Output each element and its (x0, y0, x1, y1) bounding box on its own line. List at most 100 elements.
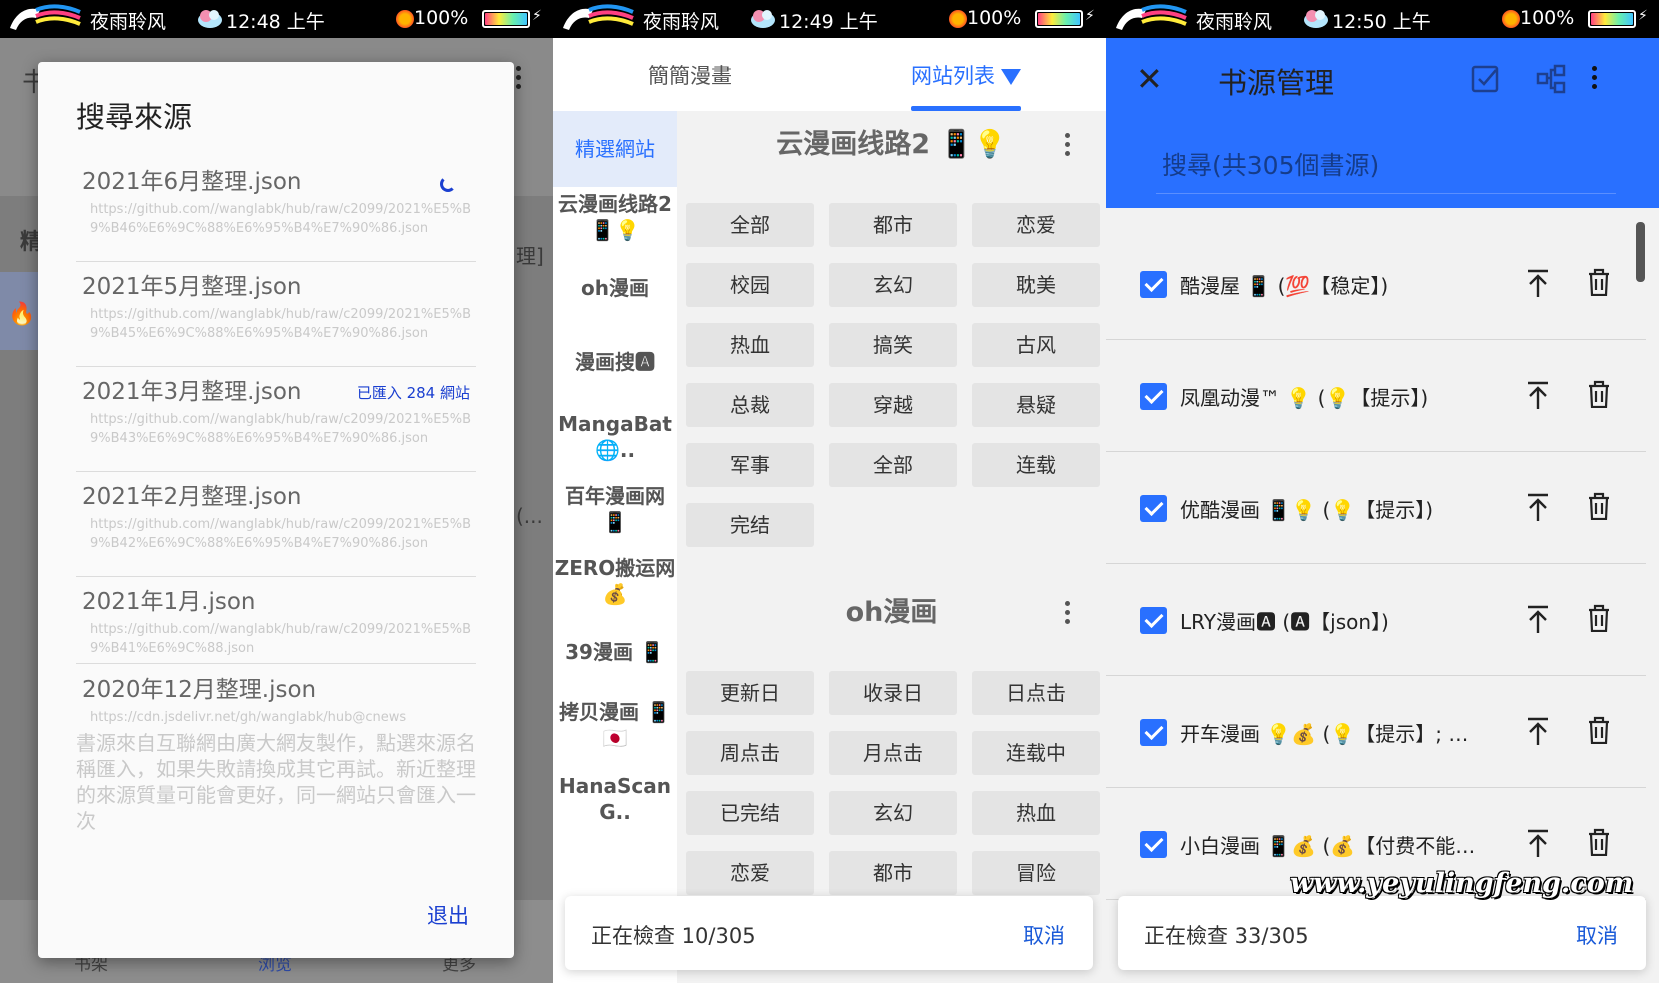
source-item[interactable]: 2020年12月整理.json https://cdn.jsdelivr.net… (76, 670, 476, 726)
dialog-title: 搜尋來源 (76, 100, 193, 134)
source-dialog: 搜尋來源 2021年6月整理.json https://github.com//… (38, 62, 514, 958)
brightness-icon (396, 10, 414, 28)
panel-source-manager: 夜雨聆风 12:50 上午 100% ⚡ ✕ 书源管理 搜尋(共305個書源) … (1106, 0, 1659, 983)
category-button[interactable]: 日点击 (972, 671, 1100, 715)
source-item[interactable]: 2021年6月整理.json https://github.com//wangl… (76, 162, 476, 262)
category-button[interactable]: 热血 (686, 323, 814, 367)
dropdown-triangle-icon (1001, 69, 1021, 85)
category-button[interactable]: 月点击 (829, 731, 957, 775)
battery-percent: 100% (414, 7, 469, 29)
category-button[interactable]: 周点击 (686, 731, 814, 775)
category-button[interactable]: 连载 (972, 443, 1100, 487)
status-bar: 夜雨聆风 12:49 上午 100% ⚡ (553, 0, 1106, 38)
source-row[interactable]: LRY漫画🅰 (🅰【json】) (1106, 564, 1646, 676)
delete-icon[interactable] (1588, 604, 1610, 632)
delete-icon[interactable] (1588, 492, 1610, 520)
sidebar-item[interactable]: ZERO搬运网 💰 (553, 555, 677, 607)
category-button[interactable]: 都市 (829, 851, 957, 895)
category-button[interactable]: 搞笑 (829, 323, 957, 367)
source-item[interactable]: 2021年5月整理.json https://github.com//wangl… (76, 267, 476, 367)
category-button[interactable]: 穿越 (829, 383, 957, 427)
move-to-top-icon[interactable] (1526, 716, 1550, 746)
category-button[interactable]: 恋爱 (972, 203, 1100, 247)
scrollbar[interactable] (1636, 222, 1645, 282)
category-button[interactable]: 古风 (972, 323, 1100, 367)
delete-icon[interactable] (1588, 268, 1610, 296)
section-more-icon[interactable] (1065, 601, 1071, 627)
app-header: ✕ 书源管理 搜尋(共305個書源) (1106, 38, 1659, 208)
sidebar-item[interactable]: 39漫画 📱 (553, 639, 677, 665)
category-button[interactable]: 连载中 (972, 731, 1100, 775)
tab-bar: 簡簡漫畫 网站列表 (553, 38, 1106, 111)
sidebar-item[interactable]: 精選網站 (553, 111, 677, 187)
move-to-top-icon[interactable] (1526, 268, 1550, 298)
sidebar-item[interactable]: 百年漫画网 📱 (553, 483, 677, 535)
category-button[interactable]: 总裁 (686, 383, 814, 427)
progress-card: 正在檢查 10/305 取消 (565, 896, 1093, 970)
source-row[interactable]: 开车漫画 💡💰 (💡【提示】; 💰【付费】) (1106, 676, 1646, 788)
delete-icon[interactable] (1588, 716, 1610, 744)
delete-icon[interactable] (1588, 828, 1610, 856)
enable-checkbox[interactable] (1140, 383, 1167, 410)
cancel-button[interactable]: 取消 (1576, 920, 1618, 950)
source-row[interactable]: 酷漫屋 📱 (💯【稳定】) (1106, 228, 1646, 340)
move-to-top-icon[interactable] (1526, 380, 1550, 410)
source-row[interactable]: 凤凰动漫™ 💡 (💡【提示】) (1106, 340, 1646, 452)
source-name: 2021年5月整理.json (82, 274, 302, 300)
category-button[interactable]: 耽美 (972, 263, 1100, 307)
category-button[interactable]: 玄幻 (829, 791, 957, 835)
source-name: 2020年12月整理.json (82, 677, 317, 703)
enable-checkbox[interactable] (1140, 607, 1167, 634)
horse-logo-icon (10, 4, 81, 30)
sidebar-item[interactable]: 拷贝漫画 📱🇯🇵 (553, 699, 677, 751)
sidebar-item[interactable]: MangaBat 🌐.. (553, 411, 677, 463)
category-button[interactable]: 收录日 (829, 671, 957, 715)
source-label: 开车漫画 💡💰 (💡【提示】; 💰【付费】) (1180, 722, 1480, 746)
move-to-top-icon[interactable] (1526, 492, 1550, 522)
sidebar-item[interactable]: 云漫画线路2 📱💡 (553, 191, 677, 243)
tab-site-list[interactable]: 网站列表 (911, 60, 1021, 90)
group-icon[interactable] (1536, 64, 1566, 94)
category-button[interactable]: 军事 (686, 443, 814, 487)
category-button[interactable]: 更新日 (686, 671, 814, 715)
enable-checkbox[interactable] (1140, 719, 1167, 746)
category-button[interactable]: 都市 (829, 203, 957, 247)
cancel-button[interactable]: 取消 (1023, 920, 1065, 950)
source-label: LRY漫画🅰 (🅰【json】) (1180, 610, 1389, 634)
exit-button[interactable]: 退出 (427, 900, 469, 930)
category-button[interactable]: 恋爱 (686, 851, 814, 895)
source-row[interactable]: 优酷漫画 📱💡 (💡【提示】) (1106, 452, 1646, 564)
category-button[interactable]: 全部 (829, 443, 957, 487)
sidebar-item[interactable]: HanaScan G.. (553, 773, 677, 825)
source-label: 酷漫屋 📱 (💯【稳定】) (1180, 274, 1389, 298)
delete-icon[interactable] (1588, 380, 1610, 408)
select-all-icon[interactable] (1470, 64, 1500, 94)
category-button[interactable]: 冒险 (972, 851, 1100, 895)
category-button[interactable]: 校园 (686, 263, 814, 307)
sidebar-item[interactable]: oh漫画 (553, 275, 677, 301)
source-name: 2021年6月整理.json (82, 169, 302, 195)
category-button[interactable]: 玄幻 (829, 263, 957, 307)
category-button[interactable]: 全部 (686, 203, 814, 247)
source-item[interactable]: 2021年1月.json https://github.com//wanglab… (76, 582, 476, 664)
enable-checkbox[interactable] (1140, 495, 1167, 522)
source-item[interactable]: 2021年2月整理.json https://github.com//wangl… (76, 477, 476, 577)
search-input[interactable]: 搜尋(共305個書源) (1156, 146, 1616, 194)
enable-checkbox[interactable] (1140, 271, 1167, 298)
category-button[interactable]: 热血 (972, 791, 1100, 835)
move-to-top-icon[interactable] (1526, 828, 1550, 858)
enable-checkbox[interactable] (1140, 831, 1167, 858)
category-button[interactable]: 悬疑 (972, 383, 1100, 427)
category-button[interactable]: 已完结 (686, 791, 814, 835)
more-options-icon[interactable] (1592, 66, 1598, 92)
brightness-icon (1502, 10, 1520, 28)
section-more-icon[interactable] (1065, 133, 1071, 159)
status-name: 夜雨聆风 (1196, 11, 1273, 33)
move-to-top-icon[interactable] (1526, 604, 1550, 634)
source-item[interactable]: 2021年3月整理.json https://github.com//wangl… (76, 372, 476, 472)
watermark: www.yeyulingfeng.com (1290, 868, 1634, 899)
sidebar-item[interactable]: 漫画搜🅰 (553, 349, 677, 375)
tab-jianjian[interactable]: 簡簡漫畫 (648, 60, 732, 90)
category-button[interactable]: 完结 (686, 503, 814, 547)
close-icon[interactable]: ✕ (1136, 60, 1163, 98)
